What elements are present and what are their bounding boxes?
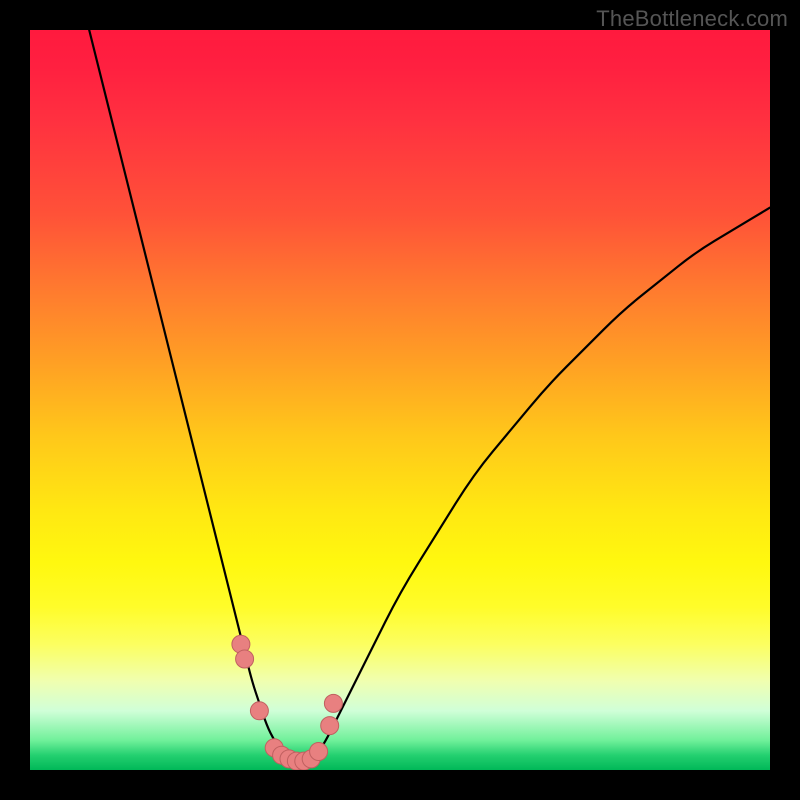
bottleneck-curve — [89, 30, 770, 763]
data-marker — [236, 650, 254, 668]
watermark-text: TheBottleneck.com — [596, 6, 788, 32]
data-marker — [310, 743, 328, 761]
plot-area — [30, 30, 770, 770]
data-marker — [250, 702, 268, 720]
data-marker — [324, 694, 342, 712]
chart-frame: TheBottleneck.com — [0, 0, 800, 800]
curve-svg — [30, 30, 770, 770]
marker-group — [232, 635, 343, 770]
data-marker — [321, 717, 339, 735]
